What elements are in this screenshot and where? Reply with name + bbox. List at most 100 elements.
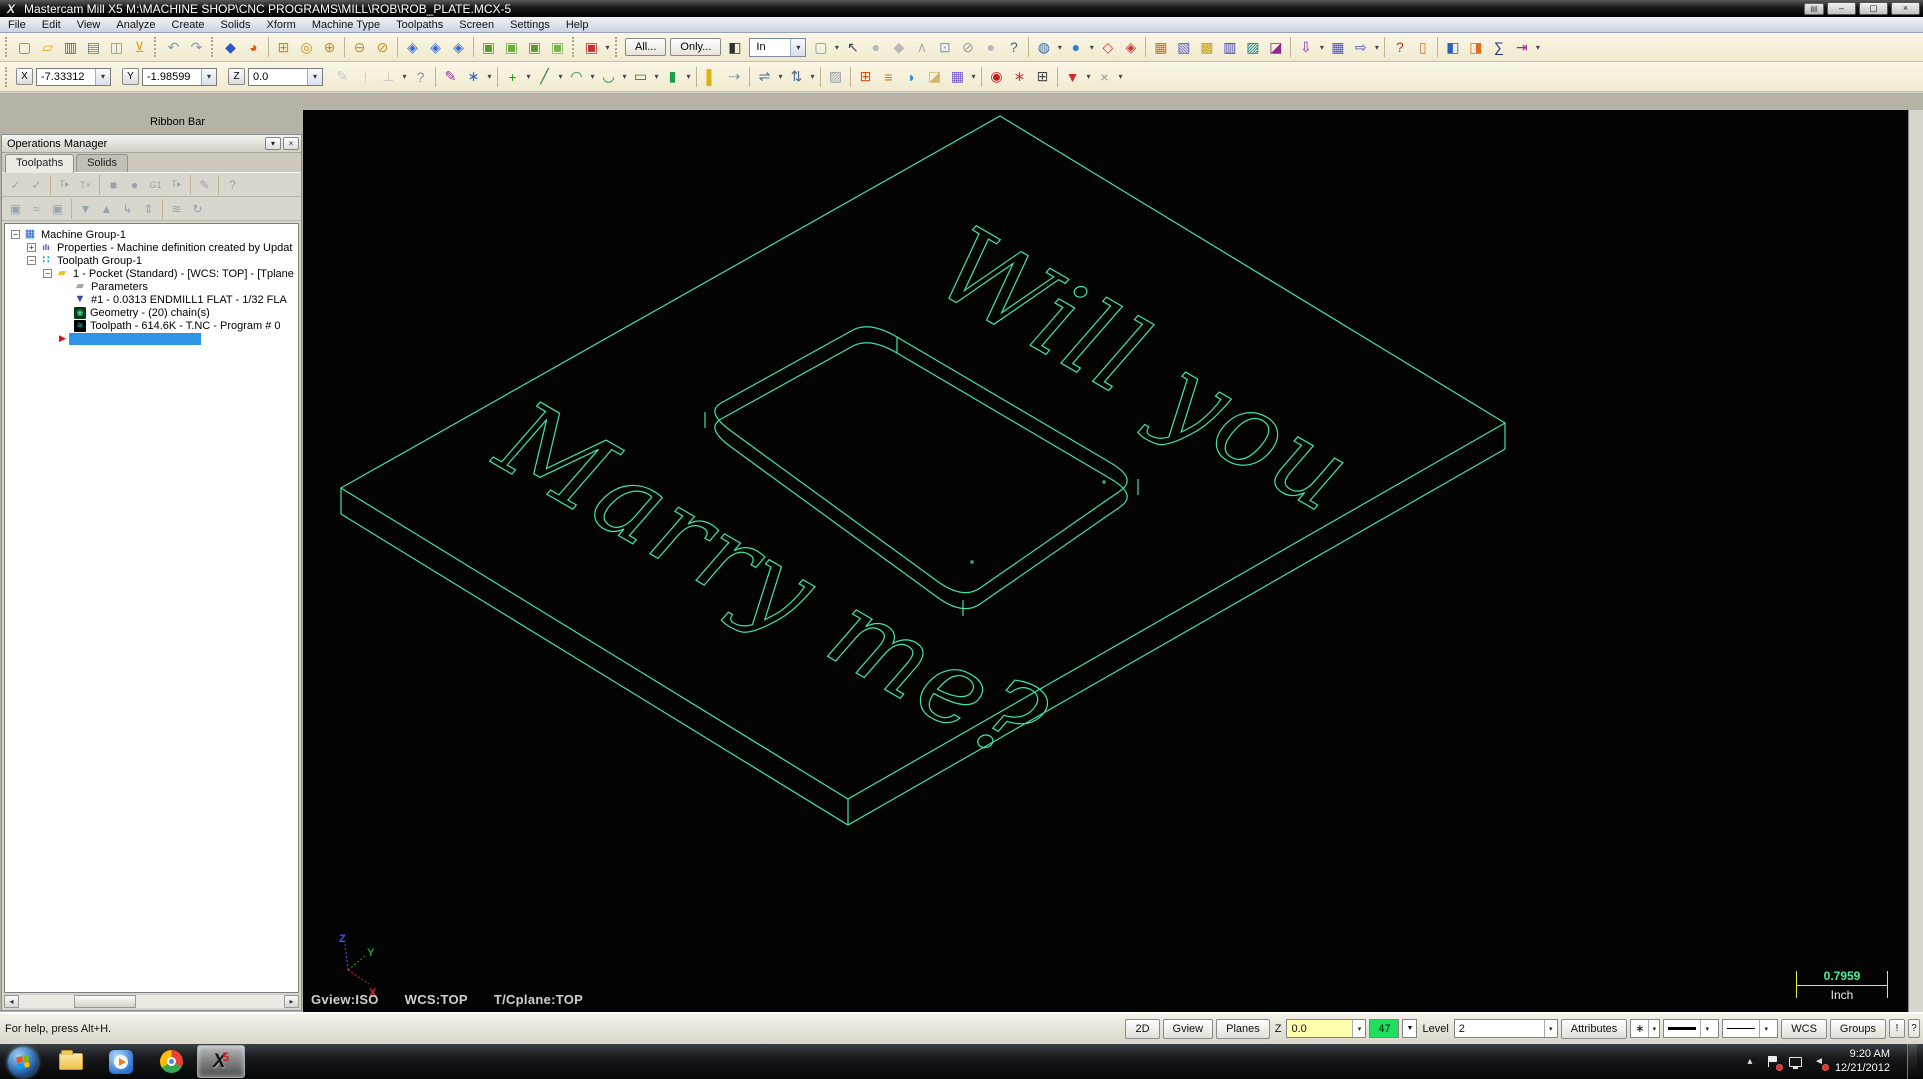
analyze-entity-icon[interactable]: ?: [1389, 37, 1410, 58]
network-icon[interactable]: [1789, 1055, 1803, 1069]
menu-solids[interactable]: Solids: [213, 17, 259, 32]
select-last-icon[interactable]: ∧: [911, 37, 932, 58]
taskbar-explorer-button[interactable]: [47, 1045, 95, 1078]
z-coordinate-input[interactable]: 0.0 ▾: [248, 67, 323, 86]
tree-row-geometry[interactable]: ◉ Geometry - (20) chain(s): [5, 306, 298, 319]
om-highfeed-icon[interactable]: T▸: [167, 175, 186, 194]
xform-mirror-icon[interactable]: ⇌: [754, 66, 775, 87]
wcs-button[interactable]: WCS: [1781, 1018, 1827, 1039]
scroll-left-button[interactable]: ◂: [4, 994, 19, 1008]
rotate-view-icon-2[interactable]: ◈: [425, 37, 446, 58]
level-manager-icon[interactable]: ◪: [1265, 37, 1286, 58]
om-select-none-icon[interactable]: ✓: [27, 175, 46, 194]
analyze-dynamic-icon[interactable]: ∗: [1009, 66, 1030, 87]
om-verify-icon[interactable]: ●: [125, 175, 144, 194]
screen-blank-icon[interactable]: ◧: [1442, 37, 1463, 58]
panel-close-button[interactable]: ×: [283, 137, 299, 150]
tree-row-toolpath-group[interactable]: − ∷ Toolpath Group-1: [5, 254, 298, 267]
line-style-caret[interactable]: ▾: [1700, 1020, 1714, 1037]
sketcher-icon[interactable]: ✎: [440, 66, 461, 87]
analyze-point-icon[interactable]: ◉: [986, 66, 1007, 87]
om-lock-icon[interactable]: ▣: [6, 199, 25, 218]
color-caret-box[interactable]: ▼: [1402, 1019, 1418, 1038]
expander-icon[interactable]: −: [27, 256, 36, 265]
om-select-all-icon[interactable]: ✓: [6, 175, 25, 194]
dropdown-caret[interactable]: ▾: [1087, 43, 1096, 52]
zoom-window-icon[interactable]: ⊞: [273, 37, 294, 58]
action-center-icon[interactable]: [1766, 1055, 1783, 1071]
window-lines-icon[interactable]: ≡: [878, 66, 899, 87]
om-chain-manager-icon[interactable]: ↻: [188, 199, 207, 218]
rotate-view-icon-3[interactable]: ◈: [448, 37, 469, 58]
xform-translate-icon[interactable]: ⇅: [786, 66, 807, 87]
status-color-field[interactable]: 47: [1369, 1019, 1400, 1038]
view-iso-icon[interactable]: ▣: [547, 37, 568, 58]
scrollbar-thumb[interactable]: [74, 994, 136, 1008]
right-toolbar-strip[interactable]: [1908, 110, 1923, 1012]
start-button[interactable]: [8, 1046, 38, 1077]
menu-settings[interactable]: Settings: [502, 17, 558, 32]
zoom-in-icon[interactable]: ⊕: [319, 37, 340, 58]
dropdown-caret[interactable]: ▾: [556, 72, 565, 81]
zoom-target-icon[interactable]: ◎: [296, 37, 317, 58]
maximize-button[interactable]: ▢: [1859, 2, 1888, 15]
dropdown-caret[interactable]: ▾: [1084, 72, 1093, 81]
insert-position-bar[interactable]: [68, 332, 201, 345]
om-post-g1-icon[interactable]: G1: [146, 175, 165, 194]
statistics-icon[interactable]: ∑: [1488, 37, 1509, 58]
select-none-icon[interactable]: ⊘: [957, 37, 978, 58]
redo-icon[interactable]: ↷: [186, 37, 207, 58]
scrollbar-track[interactable]: [19, 994, 284, 1008]
level-set-main-icon[interactable]: ▨: [1242, 37, 1263, 58]
show-desktop-button[interactable]: [1907, 1044, 1917, 1079]
in-out-select[interactable]: In ▾: [749, 37, 807, 57]
viewsheet-icon[interactable]: ⇨: [1350, 37, 1371, 58]
print-icon[interactable]: ▤: [83, 37, 104, 58]
taskbar-chrome-button[interactable]: [147, 1045, 195, 1078]
select-only-button[interactable]: Only...: [670, 38, 722, 56]
level-value[interactable]: 2: [1455, 1023, 1544, 1035]
dropdown-caret[interactable]: ▾: [684, 72, 693, 81]
tree-row-machine-group[interactable]: − ▦ Machine Group-1: [5, 228, 298, 241]
menu-toolpaths[interactable]: Toolpaths: [388, 17, 451, 32]
dropdown-caret[interactable]: ▾: [1055, 43, 1064, 52]
create-point-icon[interactable]: +: [502, 66, 523, 87]
color-number-value[interactable]: 47: [1374, 1023, 1394, 1035]
view-right-icon[interactable]: ▣: [524, 37, 545, 58]
z-depth-icon[interactable]: ⇩: [1295, 37, 1316, 58]
create-arc-icon[interactable]: ◠: [566, 66, 587, 87]
level-add-icon[interactable]: ▦: [1150, 37, 1171, 58]
om-toggle-display-icon[interactable]: ≈: [27, 199, 46, 218]
grid-settings-icon[interactable]: ▦: [1327, 37, 1348, 58]
create-cylinder-icon[interactable]: ▮: [662, 66, 683, 87]
undelete-icon[interactable]: ×: [1094, 66, 1115, 87]
open-file-icon[interactable]: ▱: [37, 37, 58, 58]
tree-row-insert-position[interactable]: ▶: [5, 332, 298, 345]
save-icon[interactable]: ▥: [60, 37, 81, 58]
rotate-view-icon-1[interactable]: ◈: [402, 37, 423, 58]
exit-icon[interactable]: ⇥: [1511, 37, 1532, 58]
tree-row-toolpath-file[interactable]: ≋ Toolpath - 614.6K - T.NC - Program # 0: [5, 319, 298, 332]
dropdown-caret[interactable]: ▾: [588, 72, 597, 81]
om-regen-selected-icon[interactable]: T▸: [55, 175, 74, 194]
select-result-icon[interactable]: ●: [865, 37, 886, 58]
menu-screen[interactable]: Screen: [451, 17, 502, 32]
new-file-icon[interactable]: ▢: [14, 37, 35, 58]
autocursor-icon[interactable]: ∗: [463, 66, 484, 87]
dropdown-caret[interactable]: ▾: [776, 72, 785, 81]
om-move-down-icon[interactable]: ▼: [76, 199, 95, 218]
backside-cube-icon[interactable]: ◈: [1120, 37, 1141, 58]
line-width-caret[interactable]: ▾: [1759, 1020, 1773, 1037]
analyze-distance-icon[interactable]: ▯: [1412, 37, 1433, 58]
color-caret[interactable]: ▼: [1407, 1025, 1414, 1032]
shaded-shading-icon[interactable]: ●: [1065, 37, 1086, 58]
status-z-field[interactable]: 0.0 ▾: [1286, 1019, 1367, 1038]
tab-toolpaths[interactable]: Toolpaths: [5, 154, 75, 173]
level-copy-icon[interactable]: ▩: [1196, 37, 1217, 58]
level-caret[interactable]: ▾: [1543, 1020, 1557, 1037]
select-solids-icon[interactable]: ◆: [888, 37, 909, 58]
fit-screen-icon[interactable]: ◆: [220, 37, 241, 58]
dropdown-caret[interactable]: ▾: [1372, 43, 1381, 52]
x-coordinate-caret[interactable]: ▾: [95, 68, 110, 85]
x-coordinate-input[interactable]: -7.33312 ▾: [36, 67, 111, 86]
